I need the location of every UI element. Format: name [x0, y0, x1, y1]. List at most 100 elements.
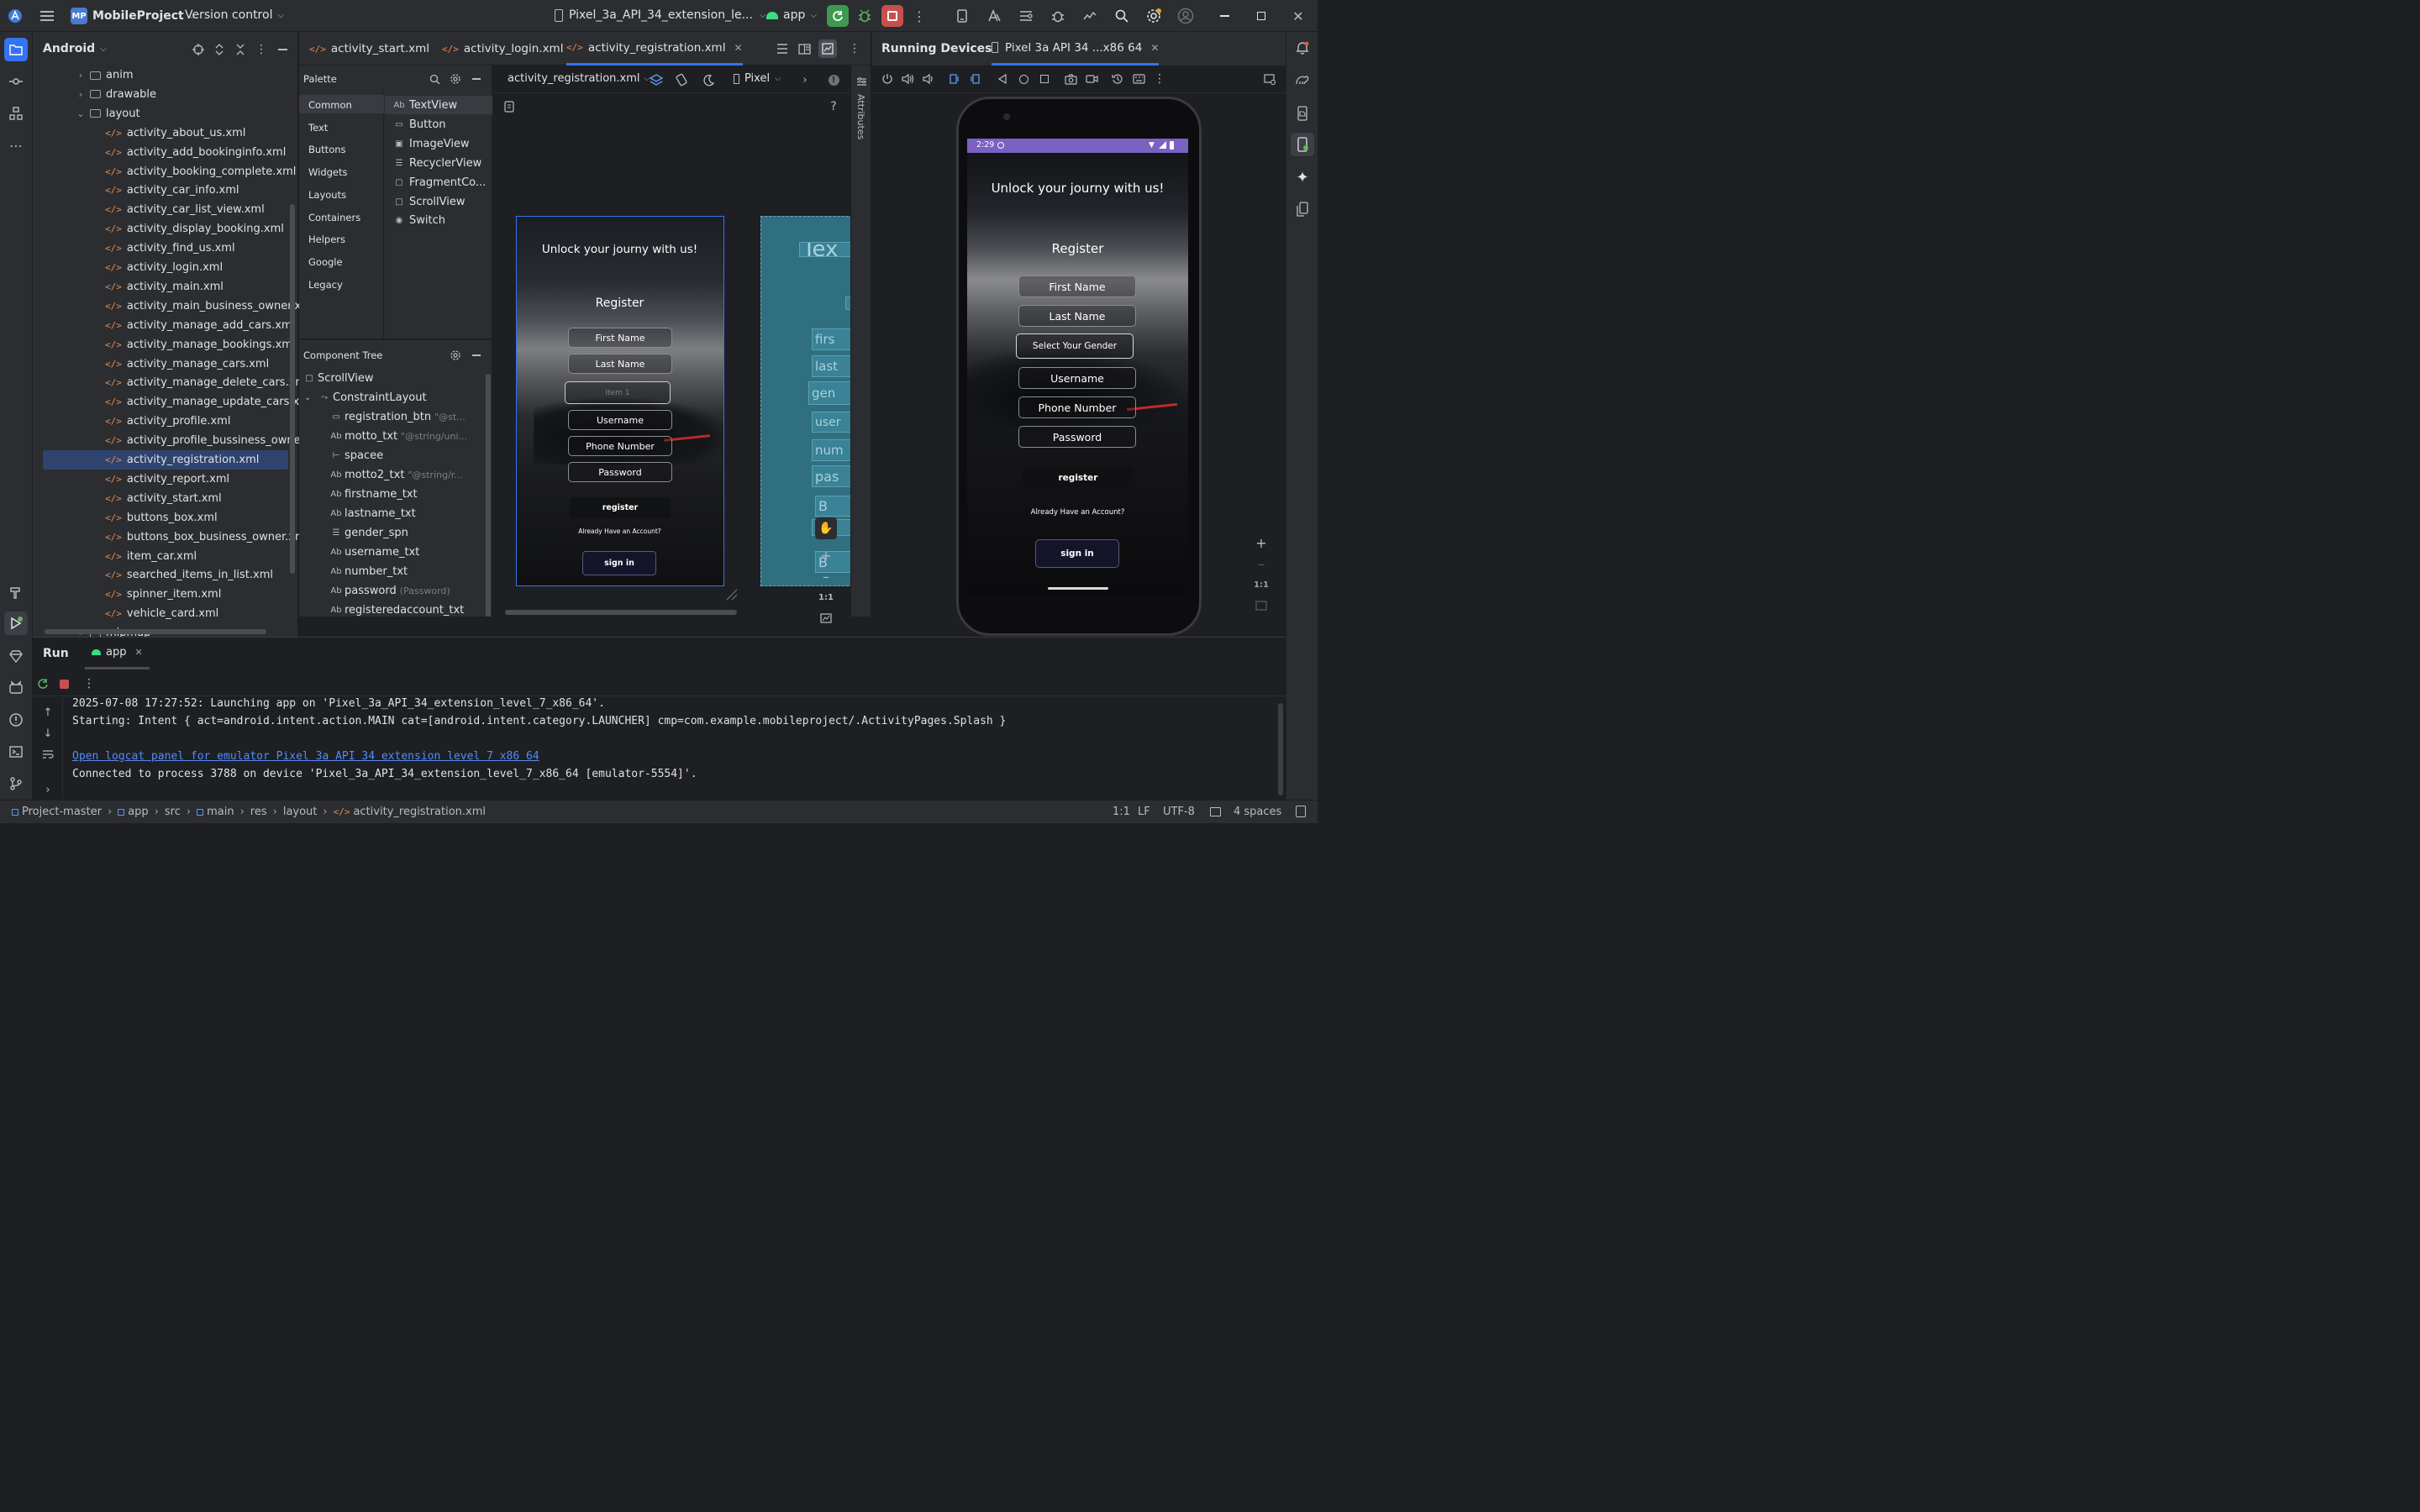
snapshot-icon[interactable]: [1110, 71, 1125, 87]
palette-item[interactable]: □ ScrollView: [393, 196, 465, 208]
run-tool-icon[interactable]: [4, 612, 28, 635]
more-actions-icon[interactable]: ⋮: [1152, 71, 1167, 87]
project-tree-item[interactable]: </> activity_add_bookinginfo.xml: [33, 143, 298, 162]
design-form-field[interactable]: Item 1: [565, 381, 671, 404]
project-tree-item[interactable]: › anim: [33, 66, 298, 85]
phone-sign-in-button[interactable]: sign in: [1035, 539, 1119, 568]
vcs-status-icon[interactable]: [1296, 806, 1306, 817]
project-tree-item[interactable]: </> activity_booking_complete.xml: [33, 162, 298, 181]
gear-icon[interactable]: [448, 71, 463, 87]
code-view-icon[interactable]: [775, 41, 790, 56]
chevron-right-icon[interactable]: ›: [75, 89, 87, 100]
zoom-actual-size[interactable]: 1:1: [815, 588, 837, 606]
palette-category[interactable]: Common: [308, 99, 352, 111]
chevron-right-icon[interactable]: ›: [797, 71, 813, 88]
palette-item[interactable]: ▣ ImageView: [393, 138, 469, 150]
project-switcher[interactable]: MP MobileProject ⌵: [71, 7, 195, 25]
component-tree-row[interactable]: ☰ gender_spn: [329, 527, 408, 539]
zoom-in-icon[interactable]: +: [815, 546, 837, 564]
project-tree-item[interactable]: </> activity_car_list_view.xml: [33, 200, 298, 219]
device-selector[interactable]: Pixel_3a_API_34_extension_le... ⌵: [555, 8, 766, 22]
rerun-button[interactable]: [827, 5, 849, 27]
component-tree-row[interactable]: Ab motto_txt "@string/uni...: [329, 430, 467, 443]
search-icon[interactable]: [1113, 7, 1131, 25]
project-tree-item[interactable]: </> activity_login.xml: [33, 258, 298, 277]
project-tool-icon[interactable]: [4, 38, 28, 61]
zoom-fit-icon[interactable]: [1250, 596, 1272, 615]
project-tree-item[interactable]: </> activity_about_us.xml: [33, 123, 298, 143]
resize-handle-icon[interactable]: [725, 588, 739, 601]
zoom-fit-icon[interactable]: [815, 609, 837, 627]
chevron-down-icon[interactable]: ⌄: [75, 108, 87, 119]
pan-hand-icon[interactable]: ✋: [815, 517, 837, 539]
component-tree-row[interactable]: ▭ registration_btn "@st...: [329, 411, 465, 423]
line-separator[interactable]: LF: [1138, 806, 1150, 818]
back-icon[interactable]: [995, 71, 1010, 87]
expand-gutter-icon[interactable]: ›: [40, 782, 55, 797]
close-tab-icon[interactable]: ✕: [134, 647, 142, 658]
project-tree-item[interactable]: </> buttons_box_business_owner.xml: [33, 528, 308, 547]
bug-icon[interactable]: [1049, 7, 1067, 25]
component-tree-row[interactable]: Ab password (Password): [329, 585, 450, 597]
phone-form-field[interactable]: Phone Number: [1018, 396, 1136, 418]
build-icon[interactable]: [7, 583, 25, 601]
blueprint-widget[interactable]: Tex: [799, 242, 852, 257]
debug-icon[interactable]: [854, 6, 876, 26]
project-tree-item[interactable]: </> activity_profile.xml: [33, 412, 298, 431]
palette-item[interactable]: ▭ Button: [393, 118, 445, 131]
device-frame-icon[interactable]: [502, 99, 517, 114]
project-tree-item[interactable]: </> activity_manage_cars.xml: [33, 354, 298, 374]
tree-vertical-scrollbar[interactable]: [290, 204, 295, 574]
device-preview-selector[interactable]: Pixel ⌵: [734, 72, 781, 85]
device-settings-icon[interactable]: [1262, 71, 1277, 87]
project-tree-item[interactable]: </> searched_items_in_list.xml: [33, 565, 298, 585]
blueprint-widget[interactable]: num: [812, 439, 852, 461]
project-tree-item[interactable]: </> buttons_box.xml: [33, 508, 298, 528]
stop-button[interactable]: [881, 5, 903, 27]
project-tree-item[interactable]: </> activity_main_business_owner.xml: [33, 297, 315, 316]
orientation-icon[interactable]: [673, 71, 690, 88]
run-more-icon[interactable]: ⋮: [83, 676, 95, 691]
project-tree-item[interactable]: </> activity_report.xml: [33, 470, 298, 489]
palette-category[interactable]: Containers: [308, 212, 360, 223]
keyboard-icon[interactable]: [1131, 71, 1146, 87]
component-tree-row[interactable]: Ab motto2_txt "@string/r...: [329, 469, 462, 481]
rerun-icon[interactable]: [35, 676, 50, 691]
sign-in-button[interactable]: sign in: [582, 551, 656, 575]
design-form-field[interactable]: Last Name: [568, 354, 672, 374]
phone-screen[interactable]: 2:29 ▼ Unlock your journy with us! Regis…: [967, 139, 1188, 595]
gradle-icon[interactable]: [1293, 71, 1312, 89]
collapse-all-icon[interactable]: [233, 42, 248, 57]
notifications-icon[interactable]: [1293, 39, 1312, 57]
breadcrumb-item[interactable]: app: [128, 806, 148, 818]
tab-activity-registration[interactable]: </> activity_registration.xml ✕: [566, 32, 743, 66]
phone-form-field[interactable]: Username: [1018, 367, 1136, 389]
scroll-up-icon[interactable]: ↑: [40, 705, 55, 720]
blueprint-widget[interactable]: firs: [812, 328, 852, 350]
commit-icon[interactable]: [7, 72, 25, 91]
readonly-toggle-icon[interactable]: [1210, 807, 1221, 816]
close-tab-icon[interactable]: ✕: [1150, 42, 1159, 54]
blueprint-widget[interactable]: last: [812, 355, 852, 377]
project-tree-item[interactable]: </> item_car.xml: [33, 547, 298, 566]
overview-icon[interactable]: [1037, 71, 1052, 87]
close-icon[interactable]: ✕: [1289, 7, 1307, 25]
project-tree-item[interactable]: </> activity_manage_add_cars.xml: [33, 316, 298, 335]
blueprint-widget[interactable]: gen: [808, 381, 852, 405]
project-tree-item[interactable]: </> activity_start.xml: [33, 489, 298, 508]
run-app-tab[interactable]: app ✕: [85, 638, 150, 669]
layout-file-selector[interactable]: activity_registration.xml ⌵: [508, 72, 650, 85]
hide-panel-icon[interactable]: [275, 42, 290, 57]
design-horizontal-scrollbar[interactable]: [505, 610, 737, 615]
locate-icon[interactable]: [191, 42, 206, 57]
register-button[interactable]: register: [570, 497, 671, 518]
project-tree-item[interactable]: </> activity_profile_bussiness_owner.xml: [33, 431, 328, 450]
device-mirroring-icon[interactable]: [1293, 200, 1312, 218]
git-icon[interactable]: [7, 774, 25, 793]
component-tree-row[interactable]: Ab number_txt: [329, 565, 408, 578]
design-preview[interactable]: Unlock your journy with us! Register Fir…: [516, 216, 724, 586]
component-tree-scrollbar[interactable]: [486, 374, 491, 617]
project-tree-item[interactable]: </> activity_manage_bookings.xml: [33, 335, 298, 354]
breadcrumb-item[interactable]: src: [165, 806, 181, 818]
project-tree-item[interactable]: </> activity_manage_update_cars.xml: [33, 392, 313, 412]
